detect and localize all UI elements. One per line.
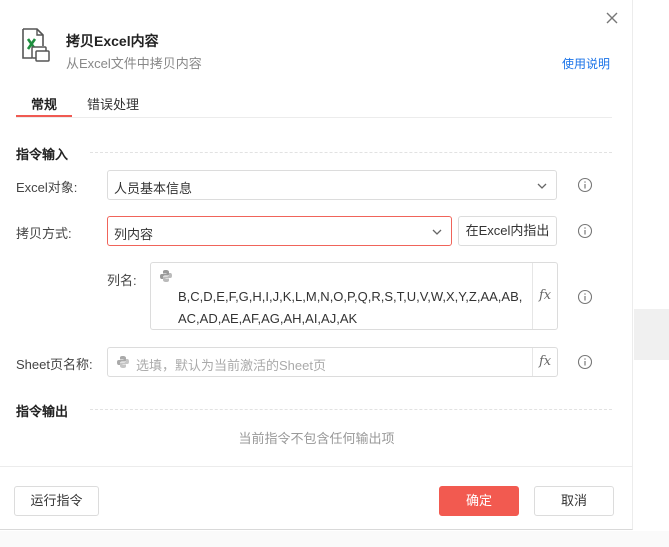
dialog-subtitle: 从Excel文件中拷贝内容 xyxy=(66,56,202,71)
column-names-value: B,C,D,E,F,G,H,I,J,K,L,M,N,O,P,Q,R,S,T,U,… xyxy=(178,289,523,326)
excel-object-select[interactable]: 人员基本信息 xyxy=(107,170,557,200)
sheet-name-input[interactable]: 选填，默认为当前激活的Sheet页 fx xyxy=(107,347,558,377)
fx-button[interactable]: fx xyxy=(539,354,551,369)
tab-bar: 常规 错误处理 xyxy=(16,90,612,118)
section-divider xyxy=(90,409,612,410)
run-command-button[interactable]: 运行指令 xyxy=(14,486,99,516)
fx-divider xyxy=(532,348,533,376)
info-icon[interactable] xyxy=(577,223,593,239)
excel-copy-icon xyxy=(20,28,52,62)
copy-mode-select[interactable]: 列内容 xyxy=(107,216,452,246)
locate-in-excel-button[interactable]: 在Excel内指出 xyxy=(458,216,557,246)
close-icon[interactable] xyxy=(600,6,624,30)
chevron-down-icon xyxy=(431,226,443,241)
copy-mode-label: 拷贝方式: xyxy=(16,226,72,241)
tab-error-handling[interactable]: 错误处理 xyxy=(87,94,139,113)
output-section-title: 指令输出 xyxy=(16,404,69,419)
fx-divider xyxy=(532,263,533,329)
python-icon xyxy=(116,355,130,372)
input-section-title: 指令输入 xyxy=(16,147,69,162)
column-names-label: 列名: xyxy=(107,273,137,288)
confirm-button[interactable]: 确定 xyxy=(439,486,519,516)
sheet-name-label: Sheet页名称: xyxy=(16,357,93,372)
fx-button[interactable]: fx xyxy=(539,288,551,303)
cancel-button[interactable]: 取消 xyxy=(534,486,614,516)
bottom-strip xyxy=(0,531,669,547)
copy-mode-value: 列内容 xyxy=(114,227,154,242)
excel-object-label: Excel对象: xyxy=(16,180,78,195)
dialog-title: 拷贝Excel内容 xyxy=(66,33,159,49)
info-icon[interactable] xyxy=(577,289,593,305)
side-scroll-handle[interactable] xyxy=(634,309,669,360)
help-link[interactable]: 使用说明 xyxy=(562,55,610,72)
info-icon[interactable] xyxy=(577,177,593,193)
copy-excel-dialog: 拷贝Excel内容 从Excel文件中拷贝内容 使用说明 常规 错误处理 指令输… xyxy=(0,0,633,530)
column-names-input[interactable]: B,C,D,E,F,G,H,I,J,K,L,M,N,O,P,Q,R,S,T,U,… xyxy=(150,262,558,330)
excel-object-value: 人员基本信息 xyxy=(114,181,193,196)
sheet-name-placeholder: 选填，默认为当前激活的Sheet页 xyxy=(136,358,326,373)
info-icon[interactable] xyxy=(577,354,593,370)
python-icon xyxy=(159,269,173,286)
no-output-message: 当前指令不包含任何输出项 xyxy=(238,431,395,446)
section-divider xyxy=(90,152,612,153)
active-tab-indicator xyxy=(16,115,72,117)
chevron-down-icon xyxy=(536,180,548,195)
tab-general[interactable]: 常规 xyxy=(31,94,57,113)
footer-divider xyxy=(0,466,633,467)
